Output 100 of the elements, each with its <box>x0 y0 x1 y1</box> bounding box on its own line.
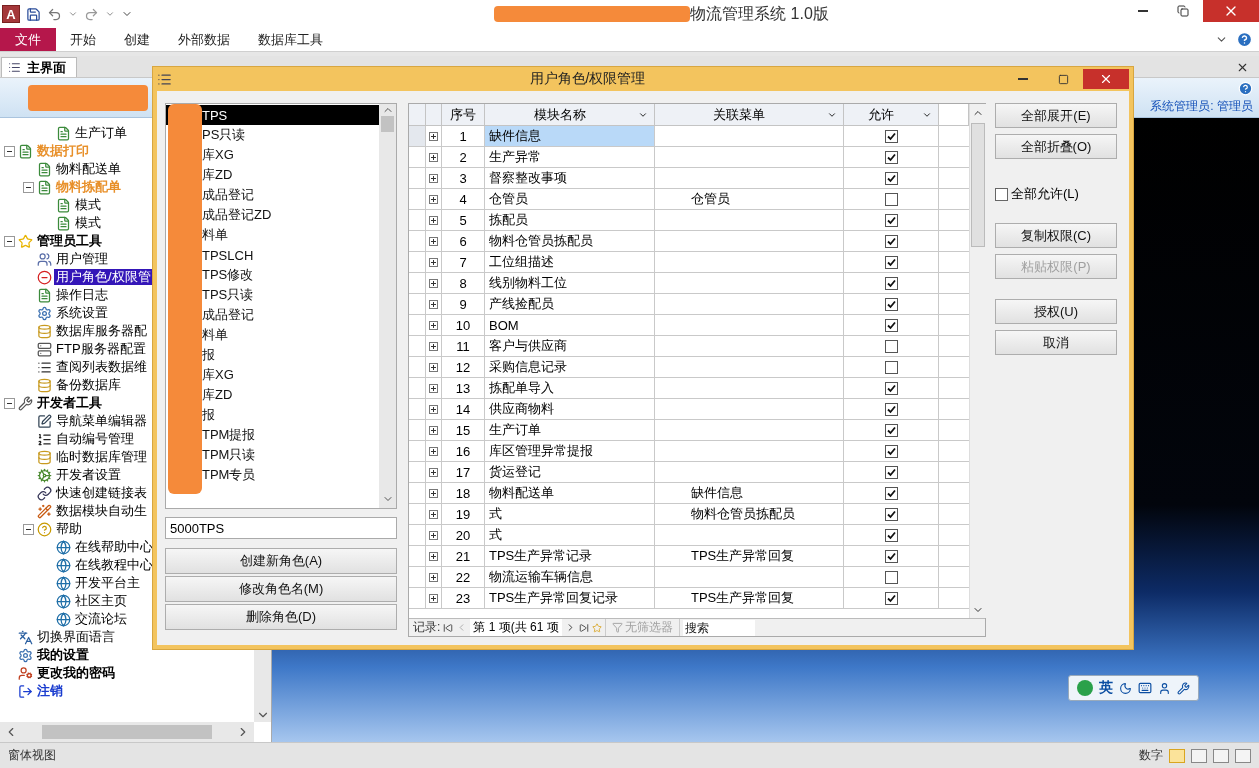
input-mode-label[interactable]: 英 <box>1099 679 1113 697</box>
help-icon[interactable] <box>1238 80 1253 96</box>
expand-icon[interactable] <box>429 593 438 603</box>
allow-checkbox[interactable] <box>884 423 898 437</box>
allow-checkbox[interactable] <box>884 297 898 311</box>
nav-item[interactable]: 模式 <box>73 197 103 213</box>
role-item[interactable]: TPSLCH <box>166 245 379 265</box>
allow-checkbox[interactable] <box>884 276 898 290</box>
nav-item[interactable]: 模式 <box>73 215 103 231</box>
close-button[interactable] <box>1236 61 1249 74</box>
role-item[interactable]: 料单 <box>166 325 379 345</box>
expand-icon[interactable] <box>429 173 438 183</box>
undo-icon[interactable] <box>47 6 62 22</box>
allow-checkbox[interactable] <box>884 528 898 542</box>
column-header[interactable]: 模块名称 <box>485 104 655 126</box>
ribbon-tab[interactable]: 开始 <box>56 28 110 51</box>
expand-icon[interactable] <box>429 362 438 372</box>
nav-item[interactable]: 管理员工具 <box>35 233 104 249</box>
nav-item[interactable]: 用户角色/权限管 <box>54 269 153 285</box>
nav-item[interactable]: 在线教程中心 <box>73 557 155 573</box>
role-item[interactable]: 报 <box>166 405 379 425</box>
allow-checkbox[interactable] <box>884 465 898 479</box>
scroll-thumb[interactable] <box>971 123 985 247</box>
role-item[interactable]: 料单 <box>166 225 379 245</box>
expand-icon[interactable] <box>429 509 438 519</box>
role-item[interactable]: TPM提报 <box>166 425 379 445</box>
nav-item[interactable]: 查阅列表数据维 <box>54 359 149 375</box>
expand-icon[interactable] <box>429 320 438 330</box>
allow-checkbox[interactable] <box>884 171 898 185</box>
nav-item[interactable]: 切换界面语言 <box>35 629 117 645</box>
allow-checkbox[interactable] <box>884 486 898 500</box>
allow-checkbox[interactable] <box>884 549 898 563</box>
nav-item[interactable]: 数据模块自动生 <box>54 503 149 519</box>
dialog-button[interactable]: 授权(U) <box>995 299 1117 324</box>
expand-icon[interactable] <box>429 341 438 351</box>
role-item[interactable]: 成品登记 <box>166 305 379 325</box>
allow-checkbox[interactable] <box>884 129 898 143</box>
nav-item[interactable]: 交流论坛 <box>73 611 129 627</box>
expand-icon[interactable] <box>429 404 438 414</box>
expand-icon[interactable] <box>429 530 438 540</box>
nav-item[interactable]: FTP服务器配置 <box>54 341 148 357</box>
expand-icon[interactable] <box>429 278 438 288</box>
nav-item[interactable]: 自动编号管理 <box>54 431 136 447</box>
expand-icon[interactable] <box>429 425 438 435</box>
allow-all-checkbox[interactable] <box>995 187 1008 201</box>
nav-item[interactable]: 系统设置 <box>54 305 110 321</box>
dialog-button[interactable]: 全部展开(E) <box>995 103 1117 128</box>
role-name-field[interactable]: 5000TPS <box>165 517 397 539</box>
role-item[interactable]: PS只读 <box>166 125 379 145</box>
moon-icon[interactable] <box>1119 681 1132 695</box>
record-position-field[interactable]: 第 1 项(共 61 项 <box>470 619 562 636</box>
select-all-cell[interactable] <box>409 104 426 126</box>
allow-checkbox[interactable] <box>884 402 898 416</box>
allow-checkbox[interactable] <box>884 318 898 332</box>
datasheet-view-icon[interactable] <box>1191 748 1207 763</box>
collapse-toggle[interactable] <box>23 523 34 535</box>
role-button[interactable]: 删除角色(D) <box>165 604 397 630</box>
redo-icon[interactable] <box>84 6 99 22</box>
allow-checkbox[interactable] <box>884 381 898 395</box>
expand-icon[interactable] <box>429 131 438 141</box>
allow-checkbox[interactable] <box>884 339 898 353</box>
column-header[interactable]: 允许 <box>844 104 939 126</box>
nav-item[interactable]: 开发平台主 <box>73 575 142 591</box>
role-button[interactable]: 修改角色名(M) <box>165 576 397 602</box>
expand-icon[interactable] <box>429 467 438 477</box>
expand-icon[interactable] <box>429 551 438 561</box>
allow-checkbox[interactable] <box>884 444 898 458</box>
allow-checkbox[interactable] <box>884 360 898 374</box>
document-tab[interactable]: 主界面 <box>1 57 77 77</box>
nav-item[interactable]: 物料配送单 <box>54 161 123 177</box>
role-item[interactable]: 成品登记 <box>166 185 379 205</box>
nav-item[interactable]: 操作日志 <box>54 287 110 303</box>
expand-icon[interactable] <box>429 488 438 498</box>
ribbon-tab[interactable]: 文件 <box>0 28 56 51</box>
role-item[interactable]: 库XG <box>166 365 379 385</box>
expand-icon[interactable] <box>429 152 438 162</box>
nav-item[interactable]: 开发者工具 <box>35 395 104 411</box>
allow-checkbox[interactable] <box>884 234 898 248</box>
design-view-icon[interactable] <box>1235 748 1251 763</box>
nav-item[interactable]: 我的设置 <box>35 647 91 663</box>
role-item[interactable]: TPM专员 <box>166 465 379 485</box>
expand-icon[interactable] <box>429 194 438 204</box>
current-user-link[interactable]: 系统管理员: 管理员 <box>1150 97 1253 115</box>
collapse-toggle[interactable] <box>4 397 15 409</box>
ribbon-tab[interactable]: 外部数据 <box>164 28 244 51</box>
ribbon-tab[interactable]: 创建 <box>110 28 164 51</box>
scrollbar[interactable] <box>969 104 986 618</box>
scroll-thumb[interactable] <box>381 116 394 132</box>
nav-item[interactable]: 快速创建链接表 <box>54 485 149 501</box>
allow-checkbox[interactable] <box>884 255 898 269</box>
role-item[interactable]: 成品登记ZD <box>166 205 379 225</box>
nav-item[interactable]: 临时数据库管理 <box>54 449 149 465</box>
keyboard-icon[interactable] <box>1138 681 1152 695</box>
nav-item[interactable]: 导航菜单编辑器 <box>54 413 149 429</box>
help-icon[interactable] <box>1236 31 1253 48</box>
nav-item[interactable]: 生产订单 <box>73 125 129 141</box>
allow-checkbox[interactable] <box>884 150 898 164</box>
nav-item[interactable]: 社区主页 <box>73 593 129 609</box>
expand-icon[interactable] <box>429 236 438 246</box>
first-record-icon[interactable] <box>443 622 454 633</box>
